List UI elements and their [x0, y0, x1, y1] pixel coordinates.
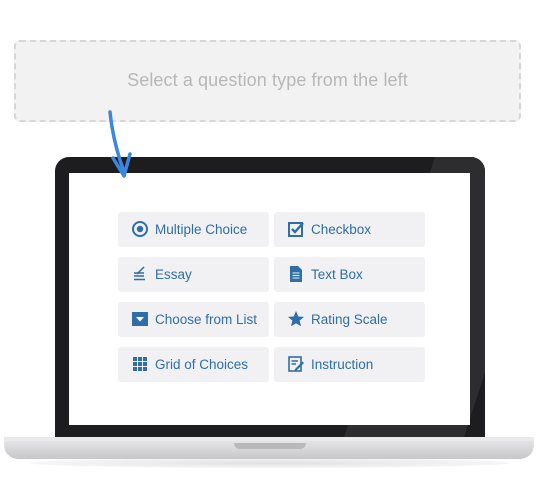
grid-of-choices-label: Grid of Choices — [155, 357, 249, 372]
text-box-label: Text Box — [311, 267, 363, 282]
document-icon — [287, 265, 305, 283]
laptop-notch — [234, 443, 306, 449]
checkbox-button[interactable]: Checkbox — [274, 212, 425, 247]
essay-lines-icon — [131, 265, 149, 283]
rating-scale-label: Rating Scale — [311, 312, 388, 327]
multiple-choice-label: Multiple Choice — [155, 222, 248, 237]
essay-button[interactable]: Essay — [118, 257, 269, 292]
essay-label: Essay — [155, 267, 192, 282]
choose-from-list-button[interactable]: Choose from List — [118, 302, 269, 337]
text-box-button[interactable]: Text Box — [274, 257, 425, 292]
page: Select a question type from the left Mul… — [0, 0, 538, 481]
dropdown-icon — [131, 310, 149, 328]
grid-icon — [131, 355, 149, 373]
dropzone-hint-text: Select a question type from the left — [127, 70, 408, 90]
laptop-shadow — [30, 458, 510, 468]
choose-from-list-label: Choose from List — [155, 312, 258, 327]
multiple-choice-button[interactable]: Multiple Choice — [118, 212, 269, 247]
radio-button-icon — [131, 220, 149, 238]
checkbox-icon — [287, 220, 305, 238]
question-dropzone[interactable]: Select a question type from the left — [14, 40, 521, 122]
star-icon — [287, 310, 305, 328]
instruction-button[interactable]: Instruction — [274, 347, 425, 382]
laptop-screen — [69, 173, 470, 425]
pointer-arrow-icon — [108, 110, 132, 178]
rating-scale-button[interactable]: Rating Scale — [274, 302, 425, 337]
instruction-label: Instruction — [311, 357, 374, 372]
instruction-icon — [287, 355, 305, 373]
grid-of-choices-button[interactable]: Grid of Choices — [118, 347, 269, 382]
checkbox-label: Checkbox — [311, 222, 372, 237]
